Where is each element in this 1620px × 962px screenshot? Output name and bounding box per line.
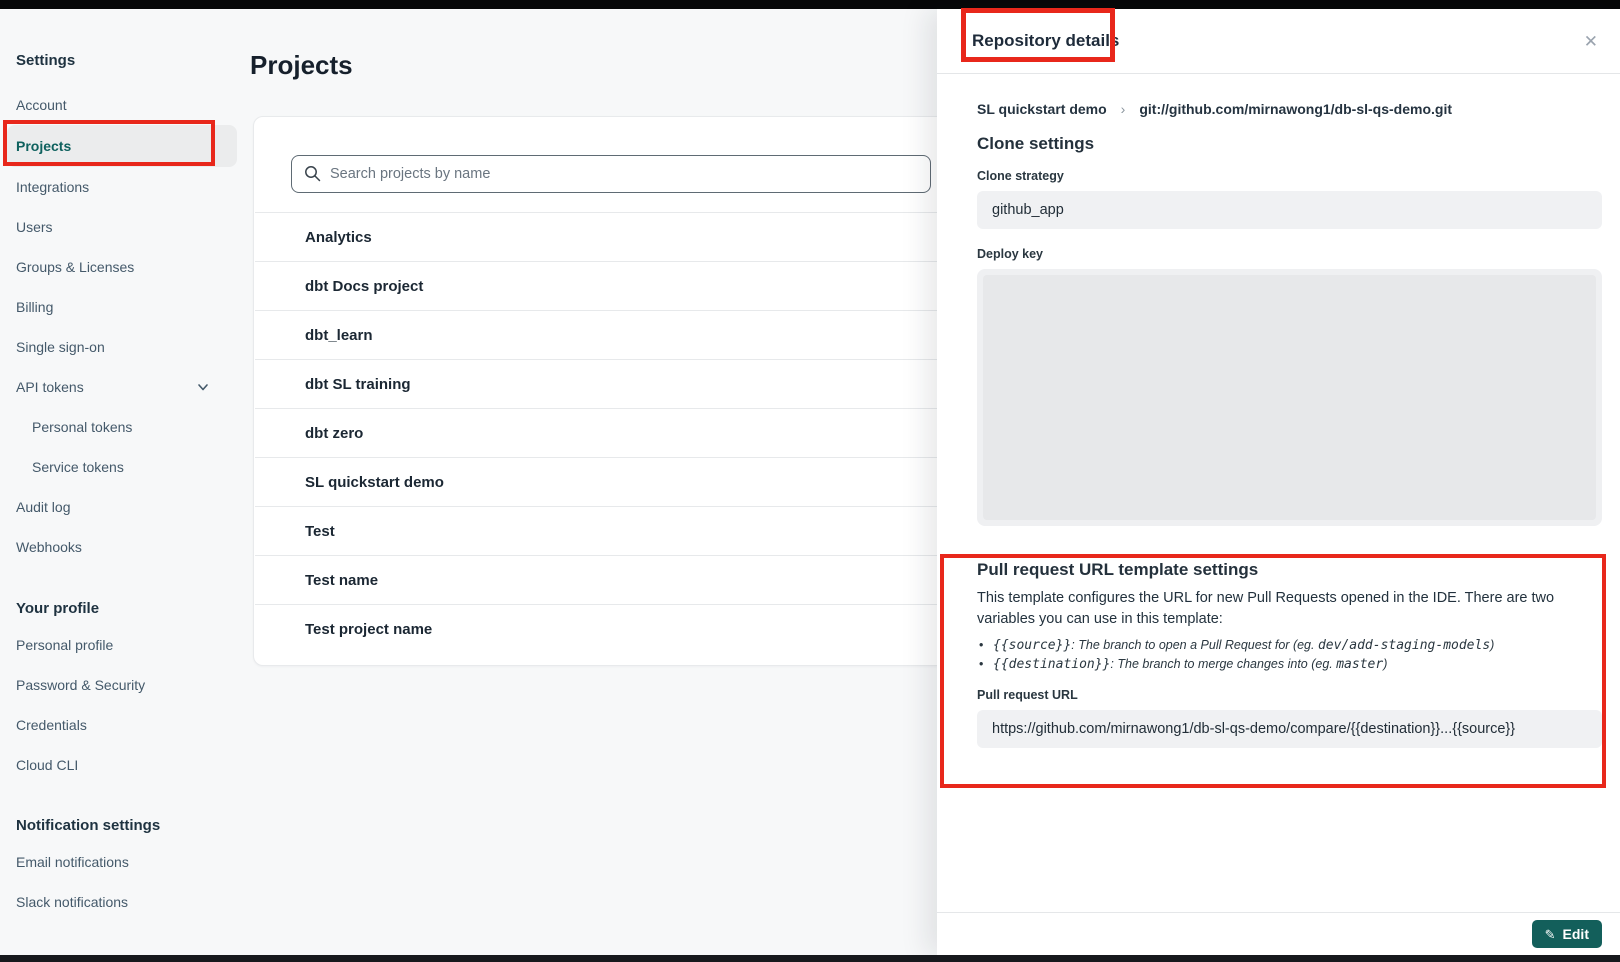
sidebar-item-label: Billing xyxy=(16,299,53,315)
page-title: Projects xyxy=(250,50,353,81)
sidebar-item-label: Groups & Licenses xyxy=(16,259,134,275)
pr-variable-item: {{destination}}: The branch to merge cha… xyxy=(977,655,1602,674)
clone-settings-heading: Clone settings xyxy=(977,134,1602,154)
sidebar-item[interactable]: Credentials xyxy=(16,705,238,745)
sidebar-item[interactable]: Projects xyxy=(7,125,237,167)
sidebar-settings-group: Account Projects Integrations Us xyxy=(16,85,250,567)
sidebar-item[interactable]: Password & Security xyxy=(16,665,238,705)
sidebar-item-label: Credentials xyxy=(16,717,87,733)
drawer-header: Repository details ✕ xyxy=(937,9,1620,74)
pull-request-template-section: Pull request URL template settings This … xyxy=(977,547,1602,748)
sidebar-item-label: Single sign-on xyxy=(16,339,105,355)
sidebar-item[interactable]: Service tokens xyxy=(16,447,238,487)
sidebar-item-label: Service tokens xyxy=(32,459,124,475)
sidebar-item-label: Slack notifications xyxy=(16,894,128,910)
pr-variable-item: {{source}}: The branch to open a Pull Re… xyxy=(977,636,1602,655)
clone-strategy-value: github_app xyxy=(977,191,1602,229)
pr-template-variables: {{source}}: The branch to open a Pull Re… xyxy=(977,636,1602,674)
pr-variable-example: master xyxy=(1336,657,1383,672)
sidebar-item[interactable]: Integrations xyxy=(16,167,238,207)
clone-strategy-label: Clone strategy xyxy=(977,169,1602,183)
pr-variable-example: dev/add-staging-models xyxy=(1318,638,1490,653)
deploy-key-field xyxy=(977,269,1602,526)
pr-variable-code: {{source}} xyxy=(993,638,1071,653)
search-icon xyxy=(304,165,321,182)
sidebar-item-label: Webhooks xyxy=(16,539,82,555)
sidebar-item[interactable]: Billing xyxy=(16,287,238,327)
sidebar-profile-heading: Your profile xyxy=(16,597,250,621)
edit-button-label: Edit xyxy=(1563,926,1589,942)
sidebar-profile-group: Personal profile Password & Security Cre… xyxy=(16,625,250,785)
drawer-body: SL quickstart demo › git://github.com/mi… xyxy=(937,74,1620,912)
sidebar-item-label: Projects xyxy=(16,138,71,154)
sidebar-item[interactable]: Users xyxy=(16,207,238,247)
sidebar-item[interactable]: Email notifications xyxy=(16,842,238,882)
project-name: dbt Docs project xyxy=(305,278,423,295)
chevron-down-icon[interactable] xyxy=(196,380,210,394)
project-search xyxy=(291,155,931,193)
sidebar-item[interactable]: Slack notifications xyxy=(16,882,238,922)
breadcrumb-project[interactable]: SL quickstart demo xyxy=(977,101,1107,117)
sidebar-item-label: Audit log xyxy=(16,499,70,515)
pr-url-value: https://github.com/mirnawong1/db-sl-qs-d… xyxy=(977,710,1602,748)
breadcrumb-separator-icon: › xyxy=(1121,101,1126,117)
pr-variable-code: {{destination}} xyxy=(993,657,1110,672)
sidebar-item-label: Password & Security xyxy=(16,677,145,693)
deploy-key-redacted-value xyxy=(983,275,1596,520)
search-input[interactable] xyxy=(291,155,931,193)
top-chrome-bar xyxy=(0,0,1620,9)
sidebar-item[interactable]: Cloud CLI xyxy=(16,745,238,785)
project-name: Analytics xyxy=(305,229,372,246)
pr-variable-suffix: ) xyxy=(1490,638,1494,652)
sidebar-item-label: Email notifications xyxy=(16,854,129,870)
sidebar-settings-heading: Settings xyxy=(16,49,250,73)
pencil-icon: ✎ xyxy=(1545,928,1556,941)
sidebar-item-label: Account xyxy=(16,97,67,113)
pr-template-heading: Pull request URL template settings xyxy=(977,560,1602,580)
pr-variable-description: : The branch to open a Pull Request for … xyxy=(1071,638,1318,652)
breadcrumb-repo-url: git://github.com/mirnawong1/db-sl-qs-dem… xyxy=(1139,101,1452,117)
breadcrumb: SL quickstart demo › git://github.com/mi… xyxy=(977,101,1602,117)
sidebar-item-label: Integrations xyxy=(16,179,89,195)
sidebar-item[interactable]: Webhooks xyxy=(16,527,238,567)
sidebar-item-label: Users xyxy=(16,219,53,235)
project-name: Test project name xyxy=(305,621,432,638)
project-name: Test xyxy=(305,523,335,540)
sidebar-item-label: Personal tokens xyxy=(32,419,132,435)
project-name: SL quickstart demo xyxy=(305,474,444,491)
sidebar-notification-group: Email notifications Slack notifications xyxy=(16,842,250,922)
project-name: dbt zero xyxy=(305,425,363,442)
close-icon[interactable]: ✕ xyxy=(1578,29,1604,54)
sidebar-item[interactable]: API tokens xyxy=(16,367,238,407)
pr-variable-suffix: ) xyxy=(1383,657,1387,671)
sidebar-item[interactable]: Audit log xyxy=(16,487,238,527)
sidebar-item-label: Cloud CLI xyxy=(16,757,78,773)
bottom-chrome-bar xyxy=(0,955,1620,962)
sidebar-item[interactable]: Personal profile xyxy=(16,625,238,665)
drawer-title: Repository details xyxy=(972,31,1119,51)
pr-template-description: This template configures the URL for new… xyxy=(977,588,1599,630)
deploy-key-label: Deploy key xyxy=(977,247,1602,261)
pr-variable-description: : The branch to merge changes into (eg. xyxy=(1110,657,1336,671)
drawer-footer: ✎ Edit xyxy=(937,912,1620,955)
project-name: dbt SL training xyxy=(305,376,411,393)
repository-details-drawer: Repository details ✕ SL quickstart demo … xyxy=(937,9,1620,955)
edit-button[interactable]: ✎ Edit xyxy=(1532,920,1602,948)
settings-sidebar: Settings Account Projects Integrations xyxy=(0,9,250,922)
sidebar-item-label: API tokens xyxy=(16,379,84,395)
sidebar-item[interactable]: Personal tokens xyxy=(16,407,238,447)
pr-url-label: Pull request URL xyxy=(977,688,1602,702)
project-name: dbt_learn xyxy=(305,327,373,344)
project-name: Test name xyxy=(305,572,378,589)
sidebar-item[interactable]: Account xyxy=(16,85,238,125)
sidebar-item[interactable]: Single sign-on xyxy=(16,327,238,367)
sidebar-item[interactable]: Groups & Licenses xyxy=(16,247,238,287)
sidebar-notification-heading: Notification settings xyxy=(16,814,250,838)
sidebar-item-label: Personal profile xyxy=(16,637,113,653)
